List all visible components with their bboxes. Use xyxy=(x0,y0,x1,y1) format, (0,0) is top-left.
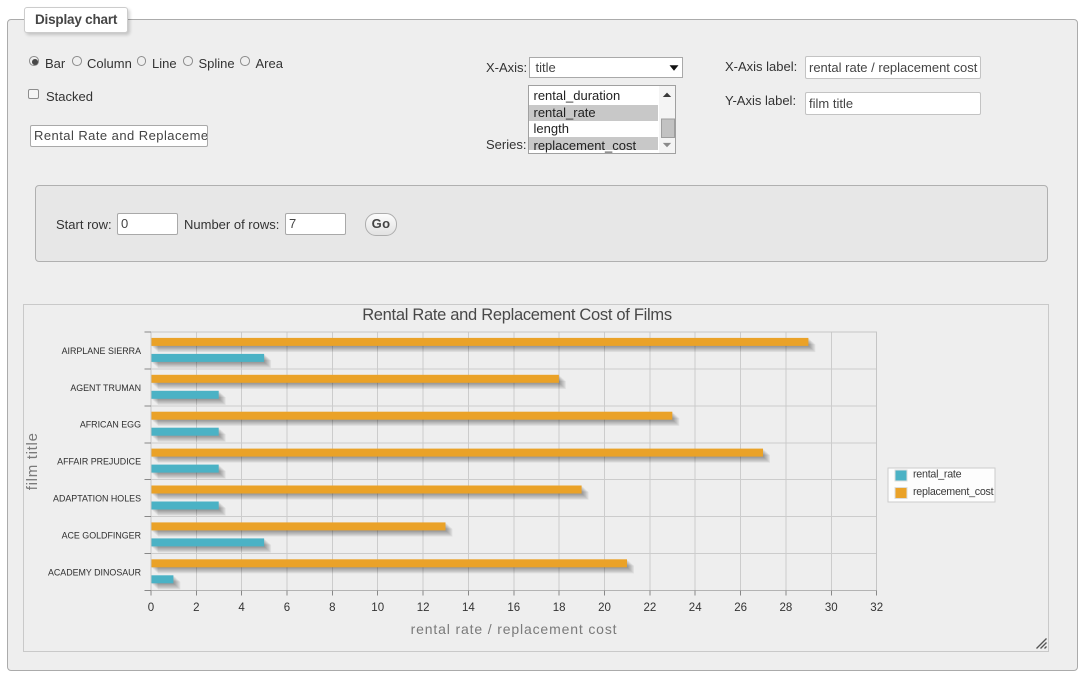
svg-text:AGENT TRUMAN: AGENT TRUMAN xyxy=(70,382,141,392)
svg-text:2: 2 xyxy=(193,602,199,614)
svg-text:4: 4 xyxy=(238,602,245,614)
svg-text:AFRICAN EGG: AFRICAN EGG xyxy=(79,419,140,429)
svg-text:18: 18 xyxy=(552,602,565,614)
svg-text:Rental Rate and Replacement Co: Rental Rate and Replacement Cost of Film… xyxy=(362,305,672,323)
svg-text:32: 32 xyxy=(870,602,883,614)
svg-text:20: 20 xyxy=(598,602,611,614)
svg-text:16: 16 xyxy=(507,602,520,614)
svg-text:0: 0 xyxy=(147,602,153,614)
svg-text:26: 26 xyxy=(734,602,747,614)
svg-text:AIRPLANE SIERRA: AIRPLANE SIERRA xyxy=(61,345,140,355)
svg-text:AFFAIR PREJUDICE: AFFAIR PREJUDICE xyxy=(57,456,141,466)
svg-text:ADAPTATION HOLES: ADAPTATION HOLES xyxy=(53,493,141,503)
svg-text:rental_rate: rental_rate xyxy=(913,468,962,480)
svg-text:film title: film title xyxy=(25,432,41,490)
svg-text:10: 10 xyxy=(371,602,384,614)
svg-text:12: 12 xyxy=(416,602,429,614)
svg-text:30: 30 xyxy=(824,602,837,614)
svg-text:24: 24 xyxy=(688,602,701,614)
svg-text:14: 14 xyxy=(462,602,475,614)
svg-text:ACADEMY DINOSAUR: ACADEMY DINOSAUR xyxy=(47,567,140,577)
svg-text:replacement_cost: replacement_cost xyxy=(913,486,994,498)
svg-text:28: 28 xyxy=(779,602,792,614)
svg-text:6: 6 xyxy=(283,602,289,614)
svg-text:22: 22 xyxy=(643,602,656,614)
svg-text:rental rate / replacement cost: rental rate / replacement cost xyxy=(410,621,617,637)
svg-text:ACE GOLDFINGER: ACE GOLDFINGER xyxy=(61,530,140,540)
svg-text:8: 8 xyxy=(329,602,335,614)
